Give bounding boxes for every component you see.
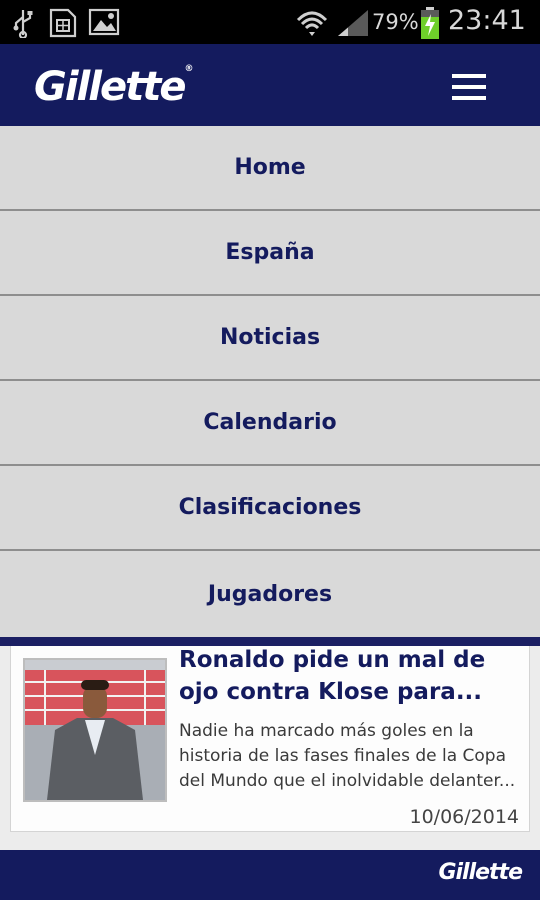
clock: 23:41 xyxy=(448,5,526,36)
news-list: Ronaldo pide un mal de ojo contra Klose … xyxy=(0,646,540,850)
menu-item-espana[interactable]: España xyxy=(0,211,540,296)
news-title[interactable]: Ronaldo pide un mal de ojo contra Klose … xyxy=(179,644,519,708)
news-summary: Nadie ha marcado más goles en la histori… xyxy=(179,721,516,791)
usb-icon xyxy=(13,10,33,38)
menu-item-clasificaciones[interactable]: Clasificaciones xyxy=(0,466,540,551)
news-date: 10/06/2014 xyxy=(409,806,519,828)
news-card[interactable]: Ronaldo pide un mal de ojo contra Klose … xyxy=(10,646,530,832)
battery-percent: 79% xyxy=(372,10,419,34)
nav-menu: Home España Noticias Calendario Clasific… xyxy=(0,126,540,637)
status-bar: 79% 23:41 xyxy=(0,0,540,44)
menu-item-noticias[interactable]: Noticias xyxy=(0,296,540,381)
signal-icon xyxy=(338,10,368,36)
footer-logo: Gillette xyxy=(438,860,523,885)
gillette-logo: Gillette® xyxy=(34,64,194,110)
news-thumbnail xyxy=(23,658,167,802)
menu-item-jugadores[interactable]: Jugadores xyxy=(0,551,540,637)
image-icon xyxy=(88,8,120,36)
menu-item-calendario[interactable]: Calendario xyxy=(0,381,540,466)
hamburger-icon[interactable] xyxy=(452,72,486,102)
footer-bar: Gillette xyxy=(0,850,540,900)
battery-charging-icon xyxy=(421,7,439,39)
logo-text: Gillette xyxy=(34,64,186,110)
menu-item-home[interactable]: Home xyxy=(0,126,540,211)
wifi-icon xyxy=(296,11,328,36)
sim-card-icon xyxy=(49,8,77,38)
